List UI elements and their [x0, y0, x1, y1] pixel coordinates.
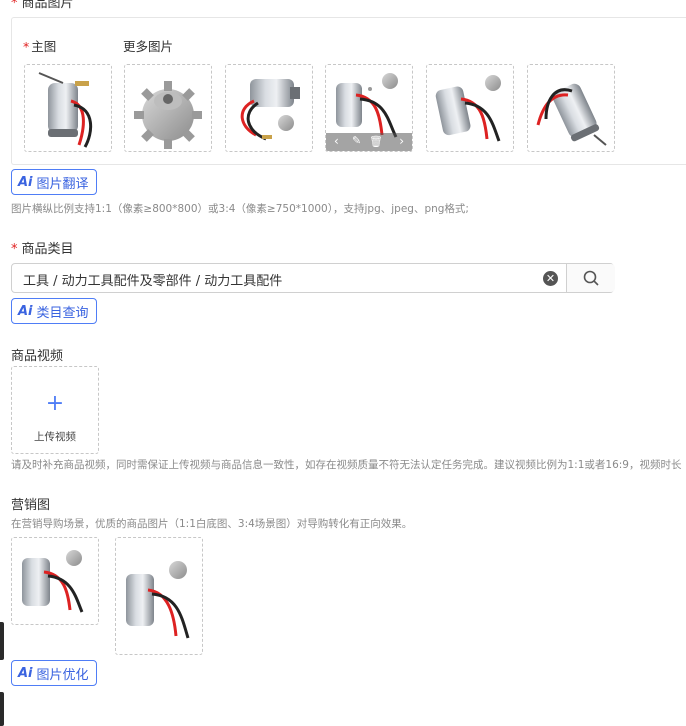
- category-query-label: 类目查询: [36, 305, 89, 321]
- clear-icon[interactable]: ✕: [543, 271, 558, 286]
- ai-icon: Ai: [18, 303, 33, 319]
- video-upload-box[interactable]: + 上传视频: [11, 366, 99, 454]
- gear-photo-icon: [134, 81, 202, 149]
- main-image-thumb[interactable]: [24, 64, 112, 152]
- category-input[interactable]: 工具 / 动力工具配件及零部件 / 动力工具配件 ✕: [11, 263, 615, 293]
- ai-icon: Ai: [18, 665, 33, 681]
- motor-gear-photo-icon: [435, 75, 501, 142]
- required-mark: *: [11, 0, 18, 11]
- motor-photo-icon: [536, 83, 607, 146]
- motor-gear-photo-icon: [22, 550, 84, 613]
- category-search-button[interactable]: [566, 264, 615, 292]
- marketing-subtitle: 在营销导购场景，优质的商品图片（1:1白底图、3:4场景图）对导购转化有正向效果…: [11, 518, 413, 530]
- motor-gear-angle-image-thumb[interactable]: [426, 64, 514, 152]
- images-section-title: * 商品图片: [11, 0, 74, 11]
- marketing-image-portrait[interactable]: [115, 537, 203, 655]
- more-images-label: 更多图片: [123, 39, 174, 54]
- image-action-bar: ‹ ✎ 🗑 ›: [326, 133, 412, 151]
- plus-icon: +: [45, 391, 65, 416]
- search-icon: [583, 270, 599, 286]
- marketing-image-square[interactable]: [11, 537, 99, 625]
- video-upload-label: 上传视频: [34, 431, 76, 443]
- side-drawer-tab[interactable]: [0, 622, 4, 660]
- video-section-title: 商品视频: [11, 349, 64, 364]
- delete-icon[interactable]: 🗑: [369, 135, 383, 148]
- ai-icon: Ai: [18, 174, 33, 190]
- motor-photo-icon: [38, 72, 93, 148]
- category-query-button[interactable]: Ai 类目查询: [11, 298, 97, 324]
- image-translate-label: 图片翻译: [36, 176, 89, 192]
- required-mark: *: [11, 242, 18, 257]
- marketing-section-title: 营销图: [11, 498, 51, 513]
- motor-gear-image-thumb-hovered[interactable]: ‹ ✎ 🗑 ›: [325, 64, 413, 152]
- motor-gear-photo-icon: [240, 79, 300, 141]
- edit-icon[interactable]: ✎: [352, 134, 361, 147]
- category-section-title: * 商品类目: [11, 242, 74, 257]
- main-image-label: * 主图: [23, 39, 57, 54]
- chevron-left-icon[interactable]: ‹: [334, 134, 339, 148]
- side-drawer-tab[interactable]: [0, 692, 4, 726]
- image-translate-button[interactable]: Ai 图片翻译: [11, 169, 97, 195]
- motor-tilted-image-thumb[interactable]: [527, 64, 615, 152]
- motor-gear-photo-icon: [126, 561, 190, 639]
- video-help-text: 请及时补充商品视频，同时需保证上传视频与商品信息一致性，如存在视频质量不符无法认…: [11, 459, 682, 471]
- image-optimize-button[interactable]: Ai 图片优化: [11, 660, 97, 686]
- images-help-text: 图片横纵比例支持1:1（像素≥800*800）或3:4（像素≥750*1000）…: [11, 203, 469, 215]
- category-value: 工具 / 动力工具配件及零部件 / 动力工具配件: [23, 274, 283, 289]
- motor-side-image-thumb[interactable]: [225, 64, 313, 152]
- image-optimize-label: 图片优化: [36, 667, 89, 683]
- chevron-right-icon[interactable]: ›: [399, 134, 404, 148]
- images-title-text: 商品图片: [21, 0, 74, 11]
- gear-image-thumb[interactable]: [124, 64, 212, 152]
